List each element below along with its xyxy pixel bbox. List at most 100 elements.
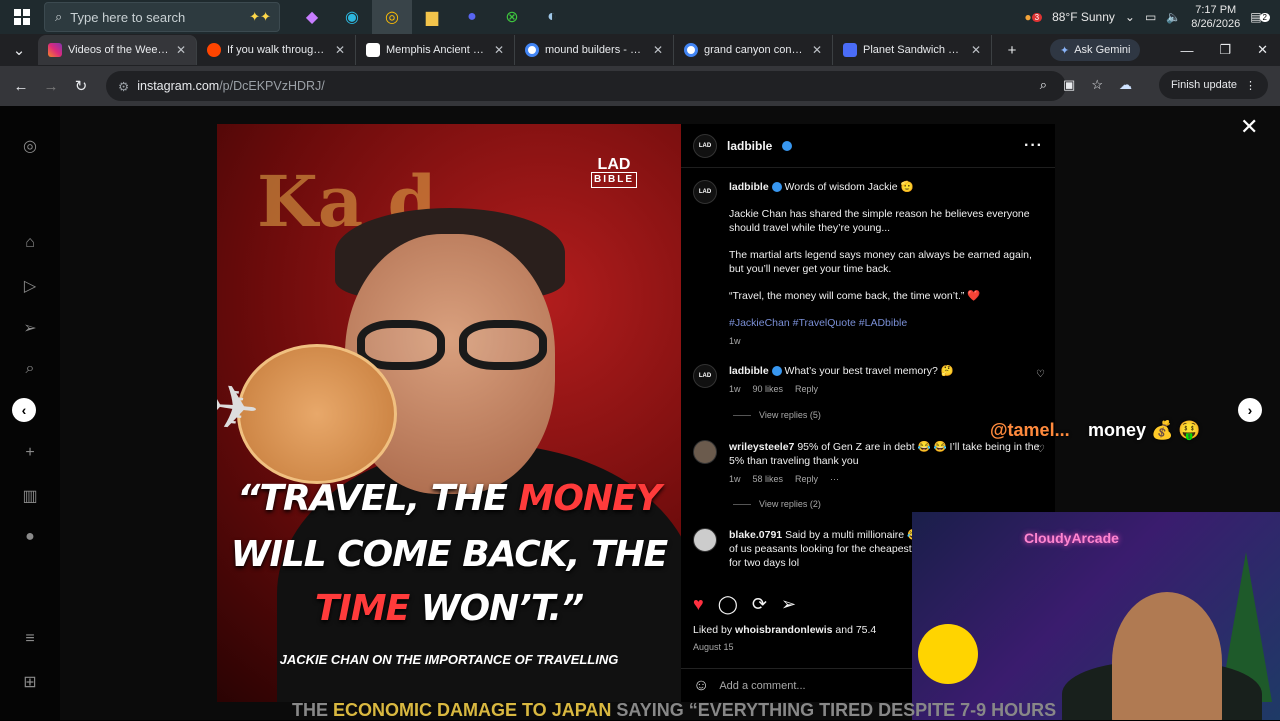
- site-info-icon[interactable]: ⚙: [118, 79, 129, 94]
- also-from-meta-icon[interactable]: ⊞: [20, 672, 40, 692]
- image-caption: JACKIE CHAN ON THE IMPORTANCE OF TRAVELL…: [279, 652, 619, 667]
- close-tab-icon[interactable]: ✕: [653, 43, 663, 57]
- install-app-icon[interactable]: ▣: [1063, 77, 1075, 93]
- comment-icon[interactable]: ◯: [718, 594, 738, 615]
- copilot-icon[interactable]: ◆: [292, 0, 332, 34]
- taskbar-clock[interactable]: 7:17 PM 8/26/2026: [1191, 3, 1240, 31]
- chevron-up-icon[interactable]: ⌄: [1125, 10, 1135, 24]
- share-icon[interactable]: ➢: [781, 594, 796, 615]
- add-comment-input[interactable]: Add a comment...: [719, 680, 805, 692]
- messages-icon[interactable]: ➢: [20, 318, 40, 338]
- taskbar-search-input[interactable]: ⌕ Type here to search ✦✦: [44, 2, 280, 32]
- finish-update-button[interactable]: Finish update ⋮: [1158, 71, 1268, 99]
- bookmark-star-icon[interactable]: ☆: [1091, 77, 1103, 93]
- pacman-shape: [918, 624, 978, 684]
- steam-icon[interactable]: ◐: [532, 0, 572, 34]
- background-video-text: THE ECONOMIC DAMAGE TO JAPAN SAYING “EVE…: [292, 700, 1057, 720]
- next-post-arrow-icon[interactable]: ›: [1238, 398, 1262, 422]
- instagram-logo-icon[interactable]: ◎: [20, 136, 40, 156]
- close-tab-icon[interactable]: ✕: [971, 43, 981, 57]
- forward-icon[interactable]: →: [36, 78, 66, 95]
- tab-reddit[interactable]: If you walk through th ✕: [197, 35, 356, 65]
- close-tab-icon[interactable]: ✕: [812, 43, 822, 57]
- sparkle-icon: ✦✦: [249, 9, 271, 24]
- verified-badge-icon: [771, 366, 782, 377]
- new-tab-icon[interactable]: +: [992, 42, 1032, 59]
- like-heart-icon[interactable]: ♥: [693, 594, 704, 615]
- home-icon[interactable]: ⌂: [20, 234, 40, 254]
- stream-username-overlay: @tamel...: [990, 420, 1070, 440]
- close-tab-icon[interactable]: ✕: [176, 43, 186, 57]
- comment-like-icon[interactable]: ♡: [1036, 369, 1045, 380]
- weather-text[interactable]: 88°F Sunny: [1052, 10, 1115, 24]
- close-tab-icon[interactable]: ✕: [335, 43, 345, 57]
- weather-icon: ●: [1024, 10, 1032, 24]
- verified-badge-icon: [782, 140, 793, 151]
- edge-icon[interactable]: ◉: [332, 0, 372, 34]
- xbox-icon[interactable]: ⊗: [492, 0, 532, 34]
- network-icon[interactable]: ▭: [1145, 10, 1156, 24]
- close-window-icon[interactable]: ✕: [1257, 42, 1268, 58]
- tab-memphis[interactable]: Memphis Ancient Egyp ✕: [356, 35, 515, 65]
- create-icon[interactable]: +: [20, 444, 40, 464]
- search-icon[interactable]: ⌕: [20, 360, 40, 380]
- doc-favicon-icon: [843, 43, 857, 57]
- tab-search-chevron-icon[interactable]: ⌄: [0, 41, 38, 59]
- google-favicon-icon: [525, 43, 539, 57]
- zoom-icon[interactable]: ⌕: [1040, 77, 1047, 93]
- repost-icon[interactable]: ⟳: [752, 594, 767, 615]
- profile-avatar-icon[interactable]: ●: [20, 528, 40, 548]
- tab-planet-sandwich[interactable]: Planet Sandwich ROS ✕: [833, 35, 992, 65]
- quote-line-2: WILL COME BACK, THE: [230, 534, 668, 575]
- tab-mound-builders[interactable]: mound builders - Goo ✕: [515, 35, 674, 65]
- tab-instagram[interactable]: Videos of the Week • I ✕: [38, 35, 197, 65]
- reels-icon[interactable]: ▷: [20, 276, 40, 296]
- ladbible-avatar[interactable]: LAD: [693, 180, 717, 204]
- ask-gemini-button[interactable]: ✦ Ask Gemini: [1050, 39, 1141, 61]
- more-options-icon[interactable]: ···: [1024, 137, 1043, 155]
- reddit-favicon-icon: [207, 43, 221, 57]
- dashboard-icon[interactable]: ▥: [20, 486, 40, 506]
- page-favicon-icon: [366, 43, 380, 57]
- webcam-overlay: CloudyArcade: [912, 512, 1280, 720]
- sunset-circle: [237, 344, 397, 484]
- ladbible-avatar[interactable]: LAD: [693, 364, 717, 388]
- close-tab-icon[interactable]: ✕: [494, 43, 504, 57]
- gemini-icon: ✦: [1060, 44, 1070, 57]
- minimize-icon[interactable]: —: [1180, 43, 1193, 58]
- search-icon: ⌕: [55, 9, 63, 24]
- url-input[interactable]: ⚙ instagram.com/p/DcEKPVzHDRJ/: [106, 71, 1066, 101]
- tab-grand-canyon[interactable]: grand canyon conspira ✕: [674, 35, 833, 65]
- glasses-shape: [357, 320, 547, 370]
- view-replies-button[interactable]: View replies (5): [733, 410, 821, 420]
- extension-cloud-icon[interactable]: ☁: [1119, 77, 1132, 93]
- close-modal-icon[interactable]: ✕: [1240, 114, 1258, 140]
- comment-like-icon[interactable]: ♡: [1036, 444, 1045, 455]
- hashtags[interactable]: #JackieChan #TravelQuote #LADbible: [729, 316, 1043, 330]
- commenter-avatar[interactable]: [693, 528, 717, 552]
- file-explorer-icon[interactable]: ▆: [412, 0, 452, 34]
- previous-post-arrow-icon[interactable]: ‹: [12, 398, 36, 422]
- google-favicon-icon: [684, 43, 698, 57]
- address-actions: ⌕ ▣ ☆ ☁: [1040, 77, 1132, 93]
- chrome-icon[interactable]: ◎: [372, 0, 412, 34]
- ladbible-avatar[interactable]: LAD: [693, 133, 717, 158]
- volume-icon[interactable]: 🔈: [1166, 10, 1181, 24]
- back-icon[interactable]: ←: [6, 78, 36, 95]
- neon-sign: CloudyArcade: [1024, 530, 1119, 546]
- address-bar-row: ← → ↻ ⚙ instagram.com/p/DcEKPVzHDRJ/ ⌕ ▣…: [0, 66, 1280, 106]
- reload-icon[interactable]: ↻: [66, 77, 96, 95]
- emoji-icon[interactable]: ☺: [693, 677, 709, 695]
- quote-line-3: TIME WON’T.”: [314, 588, 584, 629]
- post-author[interactable]: ladbible: [727, 139, 772, 153]
- commenter-avatar[interactable]: [693, 440, 717, 464]
- windows-start-icon[interactable]: [0, 0, 44, 34]
- streamer-figure: [1112, 592, 1222, 720]
- instagram-favicon-icon: [48, 43, 62, 57]
- restore-icon[interactable]: ❐: [1219, 42, 1231, 58]
- browser-tab-strip: ⌄ Videos of the Week • I ✕ If you walk t…: [0, 34, 1280, 66]
- quote-line-1: “TRAVEL, THE MONEY: [237, 478, 662, 519]
- view-replies-button[interactable]: View replies (2): [733, 499, 821, 509]
- more-menu-icon[interactable]: ≡: [20, 630, 40, 650]
- discord-icon[interactable]: ●: [452, 0, 492, 34]
